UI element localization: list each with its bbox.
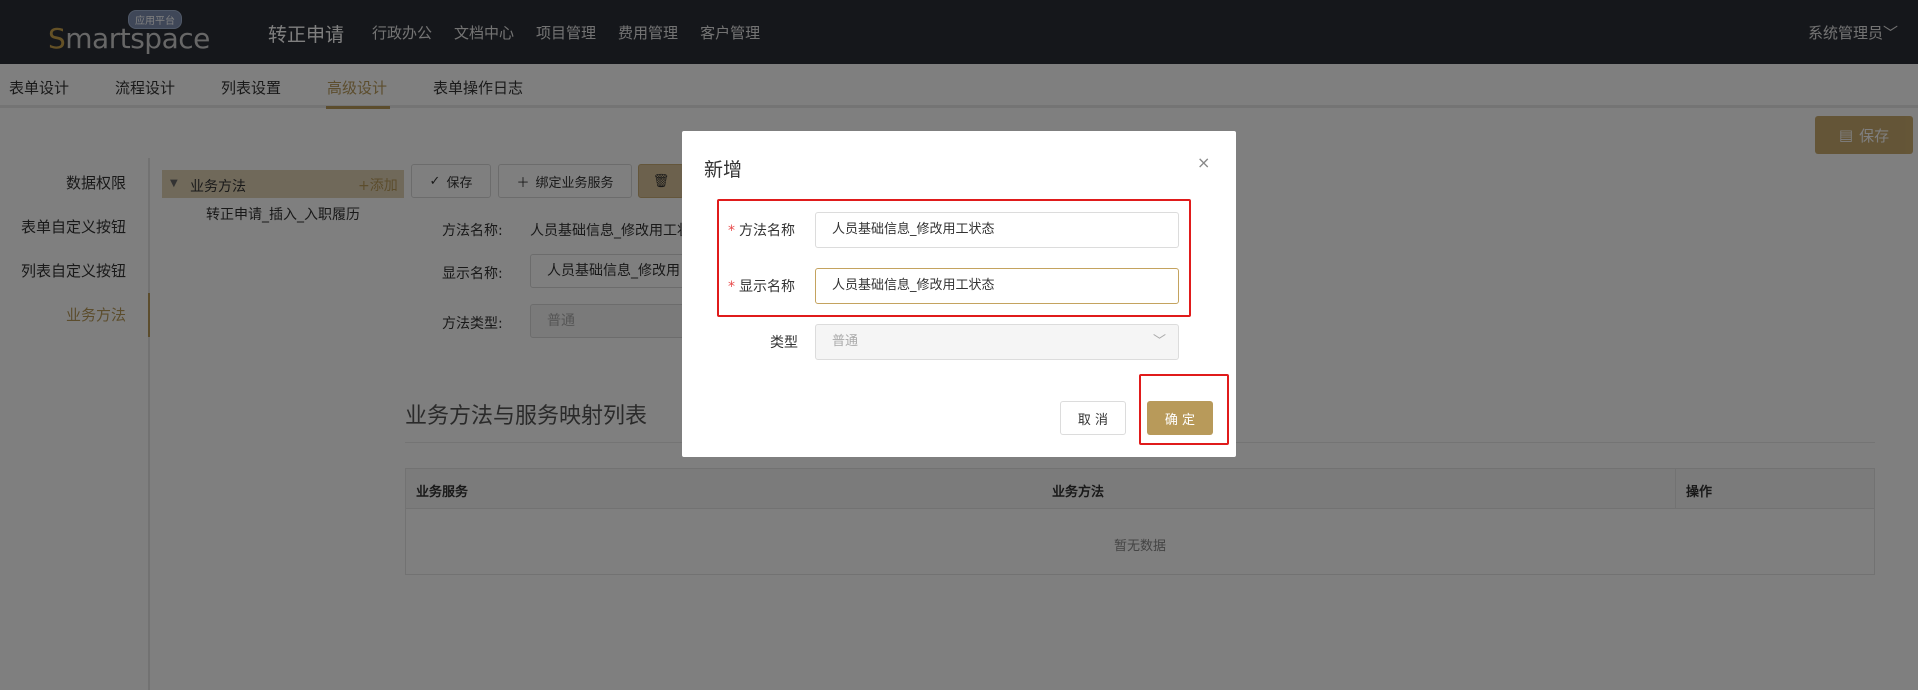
type-value: 普通 — [832, 334, 859, 349]
required-mark: * — [728, 279, 735, 295]
display-name-input[interactable]: 人员基础信息_修改用工状态 — [815, 268, 1179, 304]
modal-display-name-label: * 显示名称 — [728, 279, 795, 295]
chevron-down-icon: ﹀ — [1152, 334, 1166, 349]
type-select: 普通 ﹀ — [815, 324, 1179, 360]
modal-type-label: 类型 — [770, 335, 798, 351]
cancel-button[interactable]: 取 消 — [1060, 401, 1126, 435]
confirm-button[interactable]: 确 定 — [1147, 401, 1213, 435]
modal-method-name-label: * 方法名称 — [728, 223, 795, 239]
required-mark: * — [728, 223, 735, 239]
close-icon[interactable]: × — [1197, 153, 1210, 172]
dialog-title: 新增 — [704, 159, 743, 181]
method-name-input[interactable]: 人员基础信息_修改用工状态 — [815, 212, 1179, 248]
add-dialog: 新增 × * 方法名称 人员基础信息_修改用工状态 * 显示名称 人员基础信息_修改… — [682, 131, 1236, 457]
